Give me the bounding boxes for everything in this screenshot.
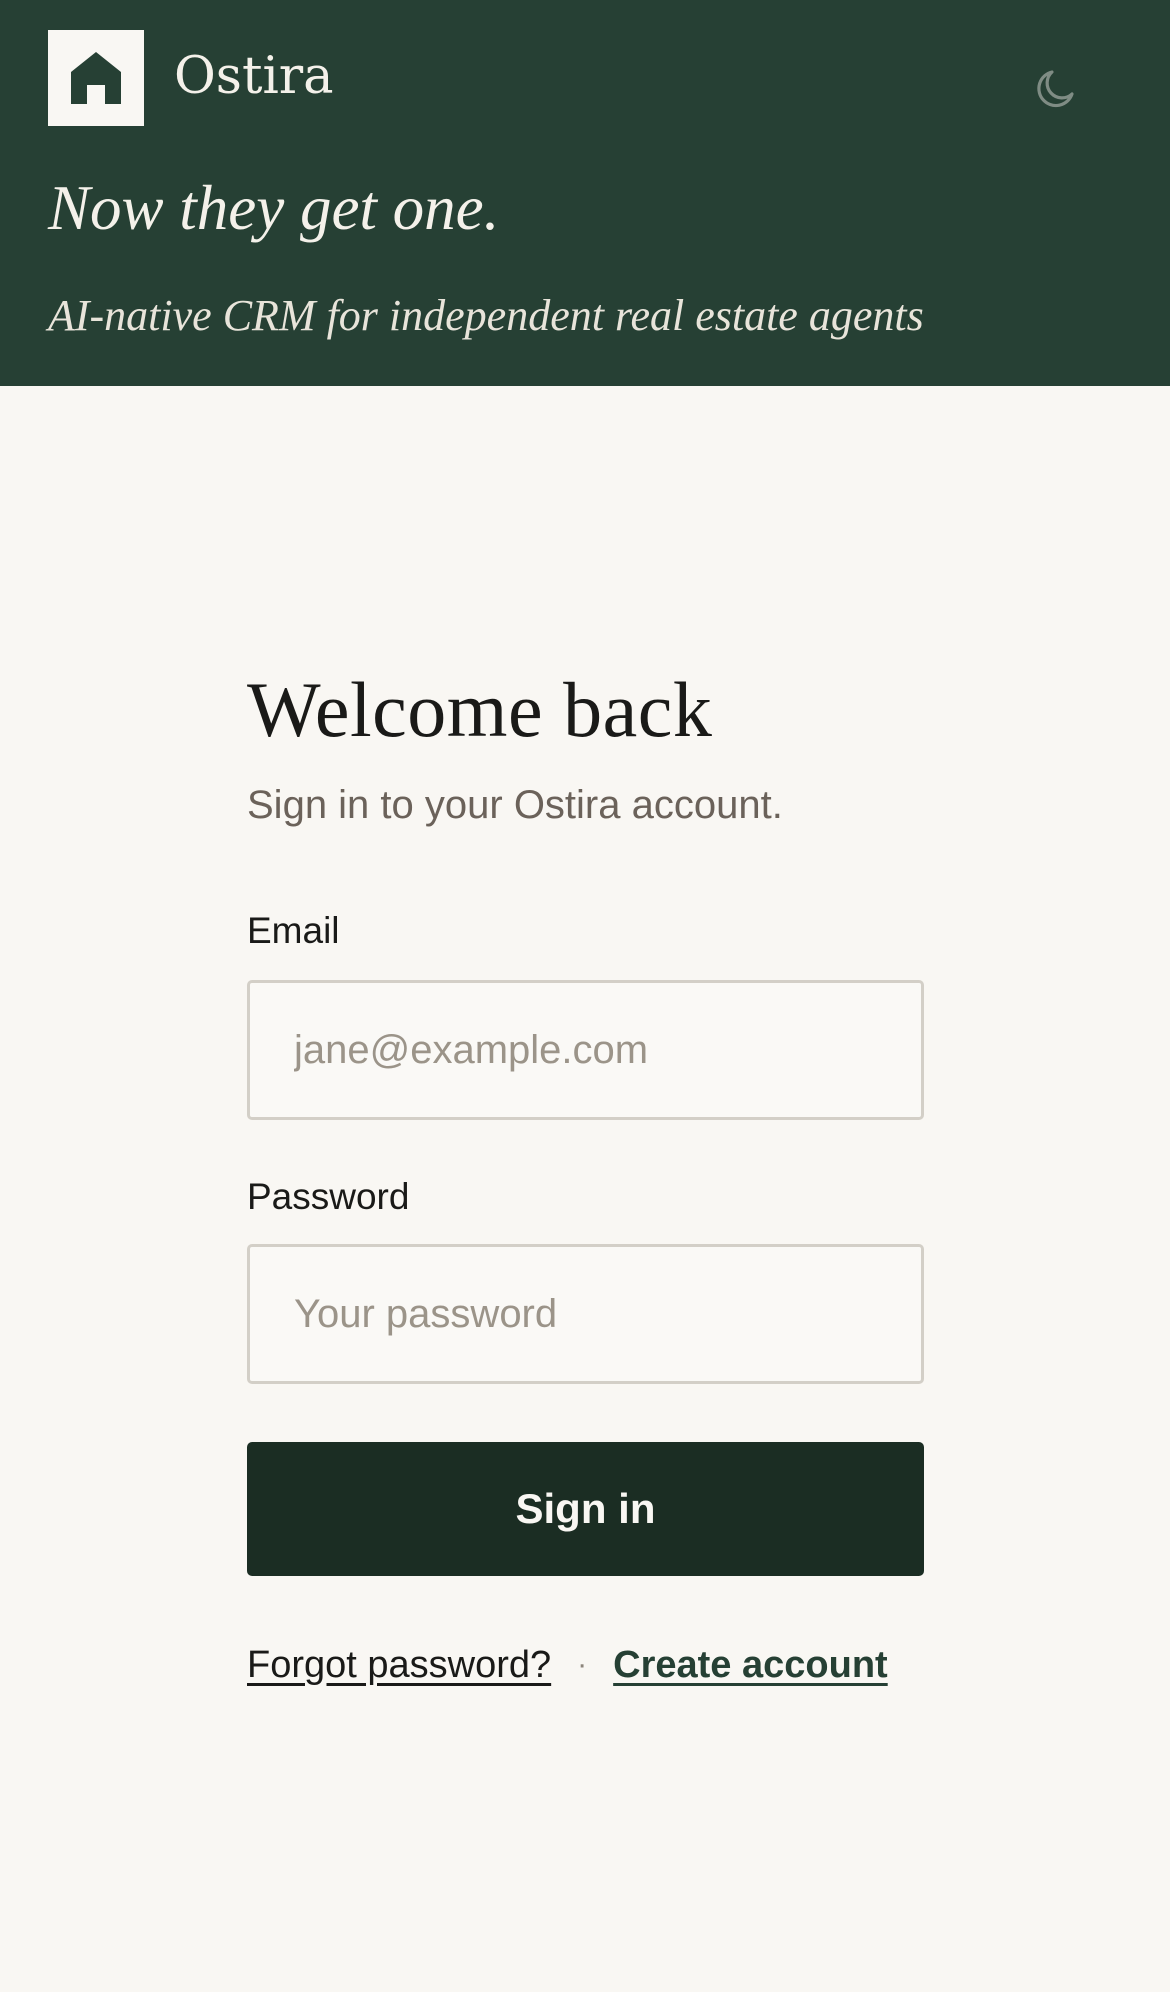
app-header: Ostira Now they get one. AI-native CRM f… (0, 0, 1170, 386)
link-separator: · (577, 1648, 588, 1681)
login-form: Welcome back Sign in to your Ostira acco… (247, 660, 924, 1690)
auth-links: Forgot password? · Create account (247, 1640, 924, 1690)
password-field[interactable] (247, 1244, 924, 1384)
forgot-password-link[interactable]: Forgot password? (247, 1640, 551, 1690)
house-icon (48, 30, 144, 126)
hero-tagline: Now they get one. (48, 173, 500, 243)
email-label: Email (247, 910, 340, 951)
password-label: Password (247, 1176, 410, 1217)
hero-subtagline: AI-native CRM for independent real estat… (48, 291, 924, 340)
moon-icon (1037, 70, 1074, 108)
theme-toggle-button[interactable] (1026, 58, 1086, 118)
page-title: Welcome back (247, 666, 713, 753)
email-field[interactable] (247, 980, 924, 1120)
page-subtitle: Sign in to your Ostira account. (247, 783, 783, 827)
create-account-link[interactable]: Create account (613, 1640, 888, 1690)
sign-in-button[interactable]: Sign in (247, 1442, 924, 1576)
brand-name: Ostira (174, 47, 334, 106)
